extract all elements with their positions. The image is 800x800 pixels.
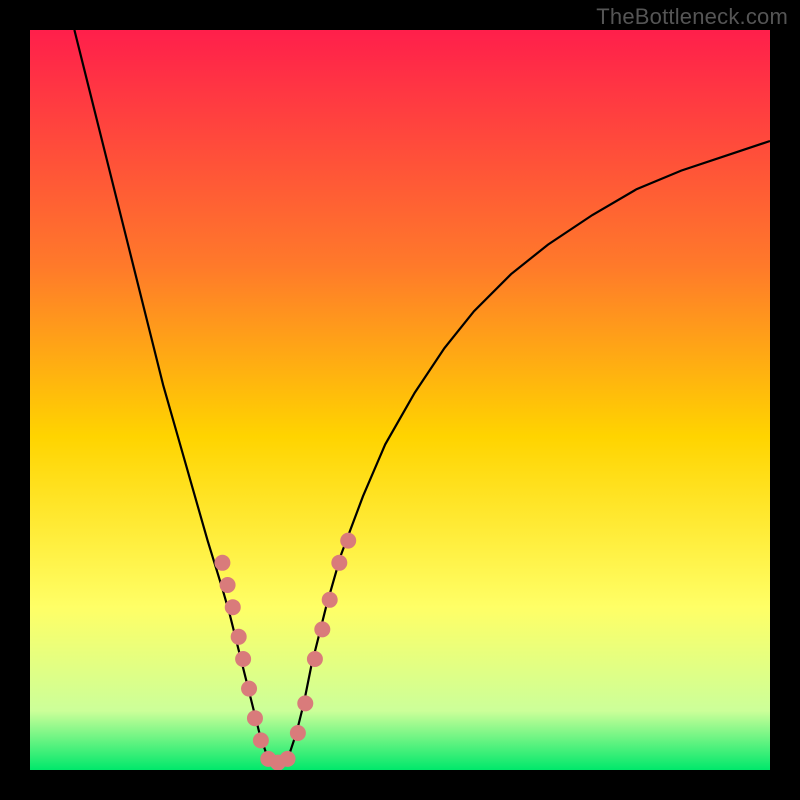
bottleneck-curve bbox=[74, 30, 770, 763]
highlight-point bbox=[307, 651, 323, 667]
watermark-text: TheBottleneck.com bbox=[596, 4, 788, 30]
highlight-point bbox=[214, 555, 230, 571]
highlight-point bbox=[340, 533, 356, 549]
chart-frame bbox=[30, 30, 770, 770]
highlight-point bbox=[225, 599, 241, 615]
highlight-point bbox=[241, 681, 257, 697]
highlight-point bbox=[247, 710, 263, 726]
highlight-point bbox=[220, 577, 236, 593]
chart-plot-area bbox=[30, 30, 770, 770]
highlight-point bbox=[235, 651, 251, 667]
highlight-point bbox=[290, 725, 306, 741]
highlight-points-group bbox=[214, 533, 356, 770]
highlight-point bbox=[297, 695, 313, 711]
highlight-point bbox=[322, 592, 338, 608]
highlight-point bbox=[253, 732, 269, 748]
highlight-point bbox=[280, 751, 296, 767]
highlight-point bbox=[231, 629, 247, 645]
highlight-point bbox=[331, 555, 347, 571]
highlight-point bbox=[314, 621, 330, 637]
